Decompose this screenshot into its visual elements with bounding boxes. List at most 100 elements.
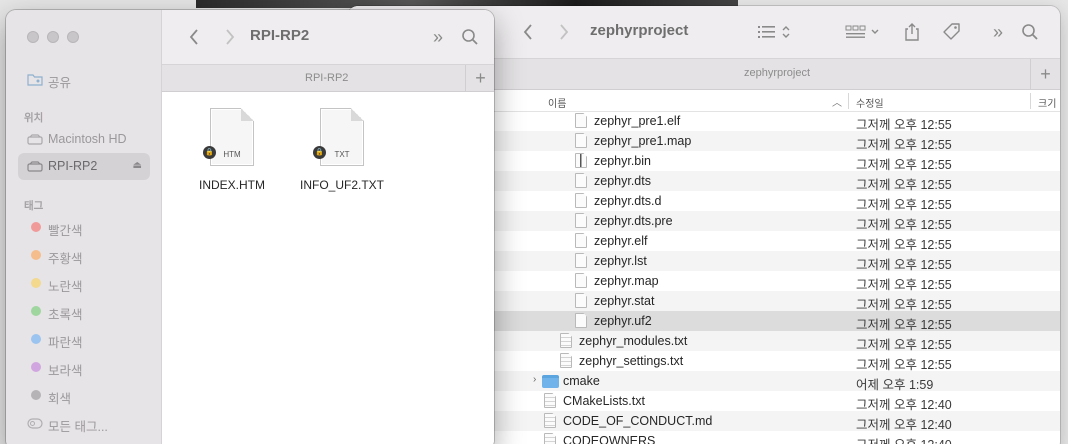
file-name: INFO_UF2.TXT — [299, 178, 384, 192]
tab-zephyrproject[interactable]: zephyrproject — [744, 67, 810, 79]
search-button[interactable] — [1018, 20, 1042, 44]
column-divider[interactable] — [1030, 93, 1031, 109]
tab-rpi-rp2[interactable]: RPI-RP2 — [305, 72, 348, 84]
plus-icon: + — [475, 67, 486, 88]
text-file-icon — [560, 353, 572, 368]
sidebar-item-rpi-rp2[interactable]: RPI-RP2 ⏏ — [18, 153, 150, 180]
file-name: zephyr.dts — [594, 174, 651, 188]
column-date-modified[interactable]: 수정일 — [856, 95, 884, 110]
sort-ascending-icon: ︿ — [832, 98, 842, 109]
tab-bar: RPI-RP2 + — [162, 64, 494, 92]
back-button[interactable] — [518, 20, 538, 44]
sidebar-tag-red[interactable]: 빨간색 — [18, 214, 150, 241]
folder-icon — [542, 375, 559, 388]
file-name: zephyr.dts.pre — [594, 214, 673, 228]
tag-color-dot — [31, 334, 41, 344]
double-chevron-icon: » — [432, 26, 443, 47]
forward-button[interactable] — [220, 25, 240, 49]
file-name: cmake — [563, 374, 600, 388]
group-button[interactable] — [844, 20, 884, 44]
close-window-button[interactable] — [27, 31, 39, 43]
file-name: zephyr.lst — [594, 254, 647, 268]
more-toolbar-button[interactable]: » — [988, 20, 1008, 44]
file-name: zephyr_modules.txt — [579, 334, 688, 348]
file-name: zephyr.stat — [594, 294, 655, 308]
file-name: zephyr.dts.d — [594, 194, 662, 208]
lock-icon: 🔒 — [313, 146, 326, 159]
file-info-uf2-txt[interactable]: TXT 🔒 INFO_UF2.TXT — [283, 108, 393, 198]
sidebar-tag-orange[interactable]: 주황색 — [18, 242, 150, 269]
page-fold — [351, 108, 364, 121]
disclosure-triangle-icon[interactable]: › — [533, 374, 536, 385]
sidebar-tag-green[interactable]: 초록색 — [18, 298, 150, 325]
sidebar-item-label: Macintosh HD — [48, 132, 127, 146]
list-view-icon — [758, 26, 790, 38]
text-file-icon — [544, 393, 556, 408]
page-fold — [241, 108, 254, 121]
eject-icon[interactable]: ⏏ — [133, 160, 142, 171]
file-name: CODEOWNERS — [563, 434, 656, 444]
zoom-window-button[interactable] — [67, 31, 79, 43]
text-file-icon — [544, 433, 556, 444]
sidebar-item-label: 모든 태그... — [48, 420, 108, 434]
file-name: zephyr.uf2 — [594, 314, 652, 328]
sidebar-all-tags[interactable]: 모든 태그... — [18, 410, 150, 437]
file-extension-label: TXT — [334, 150, 350, 159]
tag-icon — [943, 23, 960, 40]
file-name: zephyr_pre1.map — [594, 134, 692, 148]
minimize-window-button[interactable] — [47, 31, 59, 43]
all-tags-icon — [27, 418, 43, 429]
sidebar-item-label: 보라색 — [48, 364, 83, 378]
sidebar-item-label: 초록색 — [48, 308, 83, 322]
sidebar-tag-blue[interactable]: 파란색 — [18, 326, 150, 353]
finder-window-rpi-rp2[interactable]: 공유 위치 Macintosh HD RPI-RP2 ⏏ 태그 빨간색 주황색 … — [6, 10, 494, 444]
toolbar: RPI-RP2 » — [162, 10, 494, 64]
sidebar-item-label: 주황색 — [48, 252, 83, 266]
document-icon — [575, 213, 587, 228]
document-icon — [575, 113, 587, 128]
file-index-htm[interactable]: HTM 🔒 INDEX.HTM — [173, 108, 283, 198]
search-icon — [462, 29, 478, 45]
text-file-icon — [560, 333, 572, 348]
sidebar-section-locations: 위치 — [24, 112, 44, 124]
share-icon — [905, 23, 919, 41]
sidebar-tag-gray[interactable]: 회색 — [18, 382, 150, 409]
sidebar-tag-yellow[interactable]: 노란색 — [18, 270, 150, 297]
window-title: zephyrproject — [590, 22, 689, 39]
file-date-modified: 그저께 오후 12:40 — [856, 434, 952, 444]
sidebar-item-label: 파란색 — [48, 336, 83, 350]
list-view-button[interactable] — [756, 20, 796, 44]
file-name: zephyr_pre1.elf — [594, 114, 681, 128]
new-tab-button[interactable]: + — [1030, 59, 1060, 89]
sidebar-item-macintosh-hd[interactable]: Macintosh HD — [18, 126, 150, 153]
sidebar-section-tags: 태그 — [24, 200, 44, 212]
tag-button[interactable] — [940, 20, 964, 44]
file-name: zephyr.map — [594, 274, 659, 288]
sidebar: 공유 위치 Macintosh HD RPI-RP2 ⏏ 태그 빨간색 주황색 … — [6, 10, 162, 444]
more-toolbar-button[interactable]: » — [428, 25, 448, 49]
lock-icon: 🔒 — [203, 146, 216, 159]
search-button[interactable] — [458, 25, 482, 49]
sidebar-item-shared[interactable]: 공유 — [18, 66, 150, 93]
sidebar-item-label: 빨간색 — [48, 224, 83, 238]
external-drive-icon — [27, 161, 43, 172]
column-size[interactable]: 크기 — [1038, 95, 1056, 110]
document-icon — [575, 193, 587, 208]
document-icon — [575, 173, 587, 188]
window-title: RPI-RP2 — [250, 27, 310, 44]
sidebar-item-label: 공유 — [48, 76, 72, 90]
column-divider[interactable] — [848, 93, 849, 109]
forward-button[interactable] — [554, 20, 574, 44]
share-button[interactable] — [900, 20, 924, 44]
new-tab-button[interactable]: + — [465, 65, 494, 91]
tag-color-dot — [31, 222, 41, 232]
sidebar-tag-purple[interactable]: 보라색 — [18, 354, 150, 381]
file-extension-label: HTM — [223, 150, 241, 159]
file-name: CMakeLists.txt — [563, 394, 645, 408]
chevron-right-icon — [226, 29, 235, 45]
chevron-left-icon — [189, 29, 198, 45]
shared-folder-icon — [27, 74, 43, 86]
column-name[interactable]: 이름 — [548, 95, 566, 110]
back-button[interactable] — [184, 25, 204, 49]
plus-icon: + — [1040, 63, 1051, 84]
